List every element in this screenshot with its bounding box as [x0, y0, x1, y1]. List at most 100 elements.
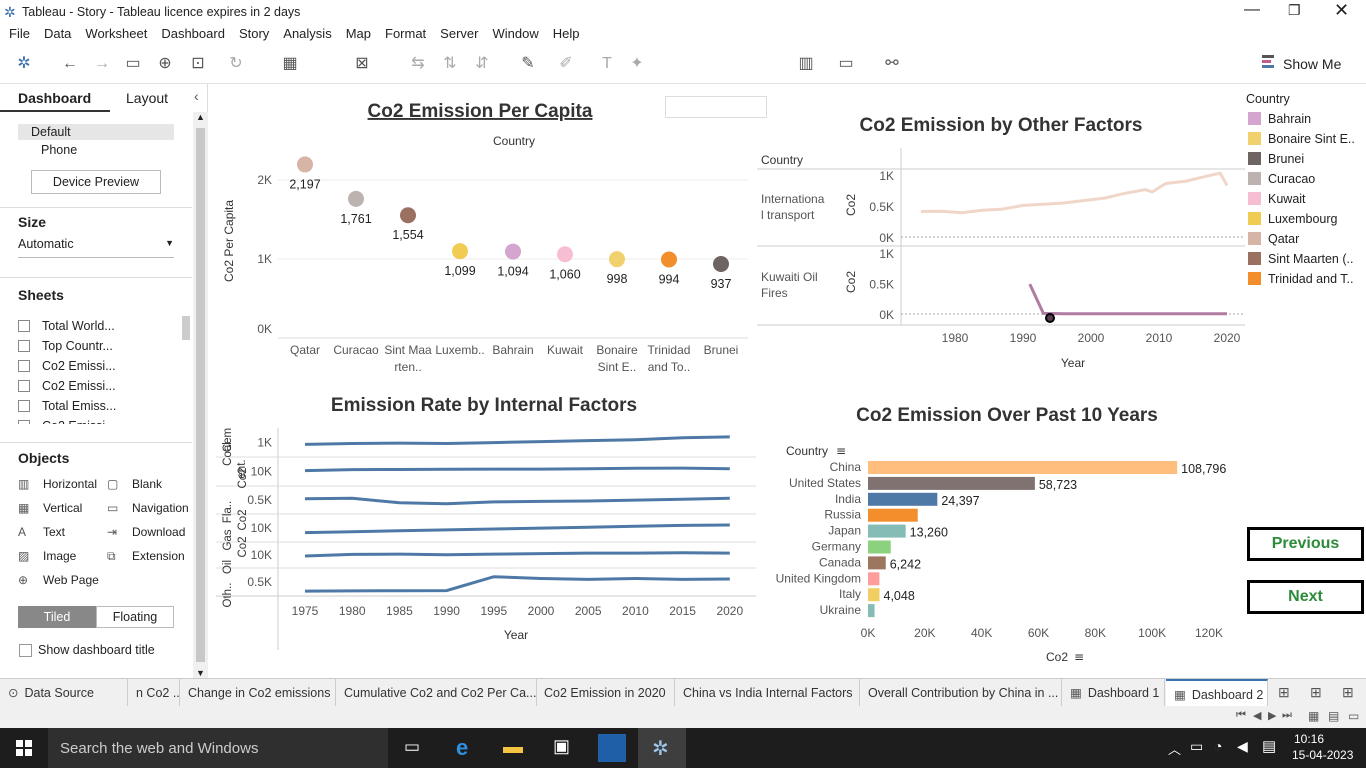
pin-icon[interactable]: ✦: [627, 54, 647, 74]
show-hidden-icon[interactable]: ︿: [1168, 739, 1181, 758]
sheet-tab[interactable]: Change in Co2 emissions: [180, 679, 336, 707]
scatter-point[interactable]: [609, 251, 625, 268]
show-title-checkbox[interactable]: [19, 644, 32, 657]
highlight-icon[interactable]: ✎: [518, 54, 538, 74]
device-phone[interactable]: Phone: [41, 143, 77, 157]
presentation-icon[interactable]: ▭: [836, 54, 856, 74]
annotate-icon[interactable]: ✐: [556, 54, 576, 74]
menu-item[interactable]: Worksheet: [78, 24, 154, 44]
legend-item[interactable]: Brunei: [1248, 152, 1304, 166]
tab-view-icon[interactable]: ▭: [1348, 709, 1359, 723]
legend-item[interactable]: Trinidad and T..: [1248, 272, 1353, 286]
sheets-scrollbar[interactable]: [182, 316, 190, 340]
labels-icon[interactable]: T: [597, 54, 617, 74]
redo-icon[interactable]: →: [92, 54, 112, 74]
undo-icon[interactable]: ←: [60, 54, 80, 74]
object-item[interactable]: ▦ Vertical: [18, 501, 82, 515]
bar[interactable]: [868, 540, 891, 554]
menu-item[interactable]: Analysis: [276, 24, 338, 44]
sort-icon[interactable]: ≡: [1074, 650, 1084, 664]
nav-prev-icon[interactable]: ◀: [1253, 709, 1261, 722]
close-icon[interactable]: ✕: [1334, 0, 1349, 21]
object-item[interactable]: ⧉ Extension: [107, 549, 185, 564]
series-line[interactable]: [304, 435, 730, 446]
task-view-icon[interactable]: ▭: [404, 737, 420, 757]
sheet-item[interactable]: Total Emiss...: [18, 396, 183, 416]
floating-button[interactable]: Floating: [96, 606, 174, 628]
menu-item[interactable]: Window: [485, 24, 545, 44]
menu-item[interactable]: Story: [232, 24, 276, 44]
wifi-icon[interactable]: ◔: [1214, 738, 1222, 754]
minimize-icon[interactable]: —: [1244, 1, 1260, 19]
size-select[interactable]: Automatic ▼: [18, 236, 174, 258]
legend-item[interactable]: Sint Maarten (..: [1248, 252, 1353, 266]
tableau-home-icon[interactable]: ✲: [14, 54, 34, 74]
object-item[interactable]: ▢ Blank: [107, 477, 162, 491]
object-item[interactable]: ▥ Horizontal: [18, 477, 97, 491]
battery-icon[interactable]: ▭: [1190, 738, 1203, 755]
share-icon[interactable]: ⚯: [882, 54, 902, 74]
sheet-tab[interactable]: ⊙ Data Source: [0, 679, 128, 707]
sheet-tab[interactable]: Co2 Emission in 2020: [536, 679, 675, 707]
new-dashboard-tab-icon[interactable]: ⊞: [1310, 684, 1322, 701]
file-explorer-icon[interactable]: ▬: [503, 736, 523, 759]
bar[interactable]: [868, 556, 886, 570]
sheet-item[interactable]: Total World...: [18, 316, 183, 336]
new-worksheet-tab-icon[interactable]: ⊞: [1278, 684, 1290, 701]
bar[interactable]: [868, 604, 875, 618]
left-pane-scrollbar[interactable]: ▲ ▼: [193, 112, 208, 678]
series-line[interactable]: [304, 575, 730, 593]
film-view-icon[interactable]: ▤: [1328, 709, 1339, 723]
sheet-tab[interactable]: Overall Contribution by China in ...: [860, 679, 1062, 707]
edge-icon[interactable]: e: [456, 735, 468, 761]
legend-item[interactable]: Bahrain: [1248, 112, 1311, 126]
object-item[interactable]: ▭ Navigation: [107, 501, 189, 515]
series-line[interactable]: [304, 466, 730, 473]
sheet-item[interactable]: Co2 Emissi...: [18, 416, 183, 424]
sheet-item[interactable]: Co2 Emissi...: [18, 376, 183, 396]
sheet-item[interactable]: Co2 Emissi...: [18, 356, 183, 376]
tab-layout[interactable]: Layout: [126, 90, 168, 106]
bar[interactable]: [868, 492, 938, 506]
new-story-tab-icon[interactable]: ⊞: [1342, 684, 1354, 701]
menu-item[interactable]: Data: [37, 24, 78, 44]
series-line[interactable]: [304, 551, 730, 558]
notifications-icon[interactable]: ▤: [1262, 737, 1276, 755]
tableau-app-icon[interactable]: [598, 734, 626, 762]
menu-item[interactable]: Format: [378, 24, 433, 44]
sort-desc-icon[interactable]: ⇵: [472, 54, 492, 74]
refresh-icon[interactable]: ↻: [226, 54, 246, 74]
menu-item[interactable]: File: [0, 24, 37, 44]
bar[interactable]: [868, 508, 918, 522]
scatter-point[interactable]: [297, 156, 313, 173]
menu-item[interactable]: Dashboard: [154, 24, 232, 44]
device-preview-button[interactable]: Device Preview: [31, 170, 161, 194]
nav-next-icon[interactable]: ▶: [1268, 709, 1276, 722]
object-item[interactable]: ⇥ Download: [107, 525, 185, 539]
series-line[interactable]: [920, 171, 1229, 215]
sheet-tab[interactable]: n Co2 ...: [128, 679, 180, 707]
scatter-point[interactable]: [557, 246, 573, 263]
sheet-tab[interactable]: ▦ Dashboard 2: [1166, 679, 1268, 707]
show-cards-icon[interactable]: ▥: [796, 54, 816, 74]
show-me-button[interactable]: Show Me: [1283, 56, 1341, 72]
bar[interactable]: [868, 461, 1178, 474]
scatter-point[interactable]: [400, 207, 416, 224]
sort-asc-icon[interactable]: ⇅: [440, 54, 460, 74]
tiled-button[interactable]: Tiled: [18, 606, 96, 628]
legend-item[interactable]: Bonaire Sint E..: [1248, 132, 1355, 146]
nav-first-icon[interactable]: ⏮: [1236, 709, 1246, 722]
legend-item[interactable]: Luxembourg: [1248, 212, 1338, 226]
object-item[interactable]: ⊕ Web Page: [18, 573, 99, 587]
new-worksheet-icon[interactable]: ▦: [280, 54, 300, 74]
bar[interactable]: [868, 572, 880, 586]
sheet-tab[interactable]: Cumulative Co2 and Co2 Per Ca...: [336, 679, 537, 707]
sheet-tab[interactable]: ▦ Dashboard 1: [1062, 679, 1165, 707]
series-line[interactable]: [304, 496, 730, 506]
sheet-item[interactable]: Top Countr...: [18, 336, 183, 356]
volume-icon[interactable]: ◀: [1237, 738, 1248, 755]
object-item[interactable]: ▨ Image: [18, 549, 76, 563]
swap-icon[interactable]: ⇆: [408, 54, 428, 74]
nav-last-icon[interactable]: ⏭: [1282, 709, 1292, 722]
scatter-point[interactable]: [713, 255, 729, 272]
